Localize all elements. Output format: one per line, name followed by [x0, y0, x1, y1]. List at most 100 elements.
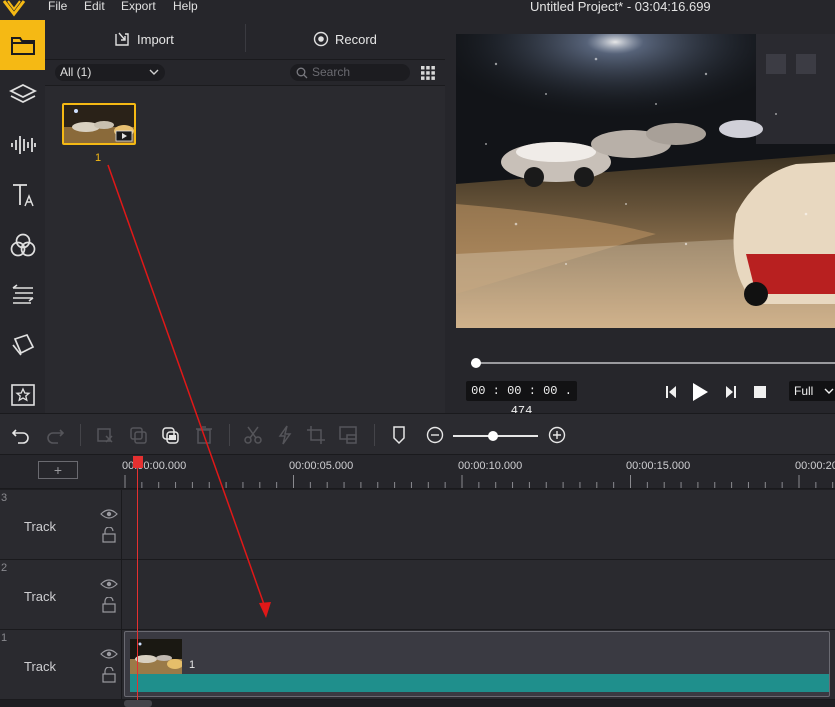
copy-icon[interactable]	[128, 425, 148, 445]
sidebar-item-text[interactable]	[0, 170, 45, 220]
clip-audio-bar	[130, 674, 829, 692]
timeline-ruler[interactable]: 00:00:00.000 00:00:05.000 00:00:10.000 0…	[122, 455, 835, 489]
overlay-icon	[11, 333, 34, 356]
video-preview[interactable]	[456, 34, 835, 328]
zoom-out-icon[interactable]	[425, 425, 445, 445]
track-header-3: 3 Track	[0, 490, 122, 560]
toolbar-divider	[245, 24, 246, 52]
app-window: File Edit Export Help Untitled Project* …	[0, 0, 835, 707]
play-icon[interactable]	[690, 382, 710, 402]
crop-icon[interactable]	[306, 425, 326, 445]
audio-wave-icon	[10, 136, 36, 154]
filters-icon	[10, 233, 35, 257]
stop-icon[interactable]	[752, 382, 768, 402]
delete-clip-icon[interactable]	[95, 425, 115, 445]
toolbar-separator	[229, 424, 230, 446]
step-forward-icon[interactable]	[724, 382, 738, 402]
menu-edit[interactable]: Edit	[84, 0, 105, 14]
toolbar-separator	[80, 424, 81, 446]
split-icon[interactable]	[275, 425, 295, 445]
track-number: 3	[1, 492, 8, 504]
preview-frame	[456, 34, 835, 328]
elements-icon	[10, 384, 35, 406]
zoom-in-icon[interactable]	[547, 425, 567, 445]
menu-export[interactable]: Export	[121, 0, 156, 14]
track-number: 2	[1, 562, 8, 574]
track-number: 1	[1, 632, 8, 644]
media-item-thumbnail[interactable]	[62, 103, 136, 145]
track-lane-2[interactable]	[122, 560, 835, 630]
sidebar-item-audio[interactable]	[0, 120, 45, 170]
track-header-1: 1 Track	[0, 630, 122, 700]
quality-select[interactable]: Full	[789, 381, 835, 401]
filter-value: All (1)	[60, 65, 92, 79]
marker-icon[interactable]	[389, 425, 409, 445]
text-icon	[12, 184, 34, 207]
track-label: Track	[24, 519, 57, 534]
track-label: Track	[24, 659, 57, 674]
track-lane-3[interactable]	[122, 490, 835, 560]
record-button[interactable]: Record	[313, 18, 377, 60]
search-placeholder: Search	[312, 65, 351, 79]
step-back-icon[interactable]	[664, 382, 678, 402]
quality-value: Full	[794, 384, 814, 398]
media-toolbar: Import Record	[45, 18, 445, 60]
record-icon	[313, 31, 329, 47]
sidebar-item-media[interactable]	[0, 20, 45, 70]
import-button[interactable]: Import	[113, 18, 174, 60]
chevron-down-icon	[149, 69, 159, 75]
folder-icon	[10, 37, 35, 55]
menu-help[interactable]: Help	[173, 0, 198, 14]
preview-progress-handle[interactable]	[470, 358, 481, 368]
app-logo-icon	[2, 0, 26, 17]
media-filter-dropdown[interactable]: All (1)	[55, 64, 165, 81]
ruler-label: 00:00:15.000	[626, 460, 691, 472]
menu-bar: File Edit Export Help Untitled Project* …	[0, 0, 835, 18]
import-icon	[115, 32, 129, 46]
sidebar-item-overlay[interactable]	[0, 320, 45, 370]
playhead-line	[137, 462, 138, 702]
menu-file[interactable]: File	[48, 0, 67, 14]
transitions-icon	[12, 284, 33, 304]
redo-icon[interactable]	[45, 425, 65, 445]
layers-icon	[8, 83, 37, 104]
preview-timecode: 00 : 00 : 00 . 474	[466, 381, 577, 418]
grid-view-icon[interactable]	[420, 65, 436, 81]
preview-progress-track[interactable]	[471, 362, 835, 364]
window-title: Untitled Project* - 03:04:16.699	[530, 0, 711, 14]
media-item-label: 1	[95, 152, 102, 164]
chevron-down-icon	[824, 388, 834, 394]
ruler-label: 00:00:05.000	[289, 460, 354, 472]
sidebar-item-filters[interactable]	[0, 220, 45, 270]
eye-icon[interactable]	[100, 578, 118, 590]
toolbar-separator	[374, 424, 375, 446]
eye-icon[interactable]	[100, 648, 118, 660]
undo-icon[interactable]	[11, 425, 31, 445]
ruler-label: 00:00:00.000	[122, 460, 187, 472]
eye-icon[interactable]	[100, 508, 118, 520]
cut-icon[interactable]	[243, 425, 263, 445]
paste-icon[interactable]	[160, 425, 180, 445]
search-icon	[296, 67, 308, 79]
lock-open-icon[interactable]	[101, 597, 117, 613]
sidebar-item-transitions[interactable]	[0, 270, 45, 320]
clip-name: 1	[189, 659, 196, 671]
edit-toolbar	[0, 413, 835, 455]
mosaic-icon[interactable]	[338, 425, 358, 445]
sidebar-item-layers[interactable]	[0, 70, 45, 120]
video-thumbnail	[64, 105, 134, 143]
media-search-input[interactable]: Search	[290, 64, 410, 81]
timeline-clip[interactable]: 1	[124, 631, 830, 697]
playhead-handle[interactable]	[133, 456, 143, 468]
media-panel: Import Record All (1) Search 1	[45, 18, 445, 413]
add-track-button[interactable]: +	[38, 461, 78, 479]
track-header-2: 2 Track	[0, 560, 122, 630]
zoom-slider-handle[interactable]	[487, 431, 498, 441]
lock-open-icon[interactable]	[101, 527, 117, 543]
lock-open-icon[interactable]	[101, 667, 117, 683]
tool-sidebar	[0, 18, 45, 413]
timeline-scrollbar[interactable]	[124, 700, 152, 707]
trash-icon[interactable]	[194, 425, 214, 445]
timeline-header-left: +	[0, 455, 122, 489]
preview-panel: 00 : 00 : 00 . 474 Full	[445, 18, 835, 418]
